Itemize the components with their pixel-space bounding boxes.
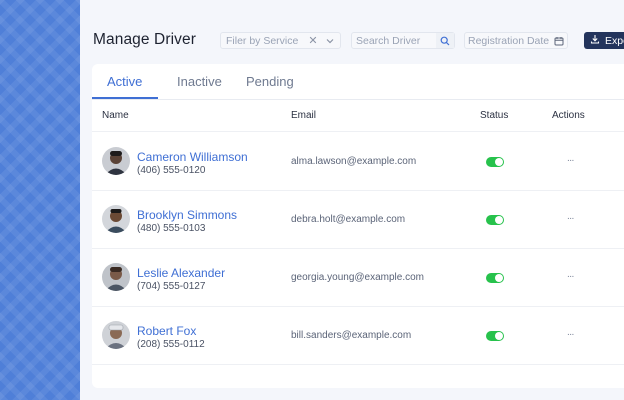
driver-name[interactable]: Leslie Alexander (137, 266, 225, 280)
status-toggle[interactable] (486, 331, 504, 341)
search-driver-input[interactable]: Search Driver (351, 32, 455, 49)
search-driver-placeholder: Search Driver (356, 34, 421, 47)
avatar (102, 321, 130, 349)
driver-email: georgia.young@example.com (291, 272, 425, 283)
column-header-name: Name (102, 110, 129, 121)
calendar-icon[interactable] (551, 36, 567, 46)
more-actions-button[interactable]: ... (567, 153, 574, 164)
export-button[interactable]: Expo (584, 32, 624, 49)
tab-pending[interactable]: Pending (246, 74, 294, 89)
more-actions-button[interactable]: ... (567, 327, 574, 338)
page-title: Manage Driver (93, 31, 196, 48)
avatar (102, 147, 130, 175)
main-panel: Manage Driver Filer by Service ✕ Search … (80, 0, 624, 400)
driver-name[interactable]: Robert Fox (137, 324, 196, 338)
chevron-down-icon[interactable] (320, 36, 340, 46)
download-icon (590, 34, 600, 47)
service-filter-select[interactable]: Filer by Service ✕ (220, 32, 341, 49)
table-row: Brooklyn Simmons (480) 555-0103 debra.ho… (92, 191, 624, 249)
toggle-knob (495, 332, 503, 340)
close-icon[interactable]: ✕ (306, 34, 320, 47)
export-label: Expo (605, 34, 624, 47)
service-filter-placeholder: Filer by Service (226, 34, 299, 47)
decorative-sidebar (0, 0, 80, 400)
avatar (102, 205, 130, 233)
more-actions-button[interactable]: ... (567, 211, 574, 222)
search-icon[interactable] (436, 33, 454, 48)
active-tab-indicator (92, 97, 158, 99)
drivers-card: Active Inactive Pending Name Email Statu… (92, 64, 624, 388)
avatar (102, 263, 130, 291)
table-header: Name Email Status Actions (92, 100, 624, 132)
driver-email: bill.sanders@example.com (291, 330, 412, 341)
more-actions-button[interactable]: ... (567, 269, 574, 280)
registration-date-placeholder: Registration Date (468, 34, 550, 47)
column-header-email: Email (291, 110, 317, 121)
driver-email: alma.lawson@example.com (291, 156, 417, 167)
tab-inactive[interactable]: Inactive (177, 74, 222, 89)
status-toggle[interactable] (486, 273, 504, 283)
table-row: Robert Fox (208) 555-0112 bill.sanders@e… (92, 307, 624, 365)
tab-active[interactable]: Active (107, 74, 142, 89)
status-toggle[interactable] (486, 157, 504, 167)
status-tabs: Active Inactive Pending (92, 64, 624, 100)
table-row: Cameron Williamson (406) 555-0120 alma.l… (92, 133, 624, 191)
page-header: Manage Driver Filer by Service ✕ Search … (80, 0, 624, 64)
toggle-knob (495, 274, 503, 282)
driver-phone: (406) 555-0120 (137, 165, 206, 176)
driver-phone: (480) 555-0103 (137, 223, 206, 234)
column-header-actions: Actions (552, 110, 585, 121)
toggle-knob (495, 158, 503, 166)
driver-email: debra.holt@example.com (291, 214, 406, 225)
registration-date-input[interactable]: Registration Date (464, 32, 568, 49)
status-toggle[interactable] (486, 215, 504, 225)
driver-name[interactable]: Cameron Williamson (137, 150, 248, 164)
toggle-knob (495, 216, 503, 224)
driver-name[interactable]: Brooklyn Simmons (137, 208, 237, 222)
driver-phone: (704) 555-0127 (137, 281, 206, 292)
table-row: Leslie Alexander (704) 555-0127 georgia.… (92, 249, 624, 307)
driver-phone: (208) 555-0112 (137, 339, 205, 350)
column-header-status: Status (480, 110, 509, 121)
